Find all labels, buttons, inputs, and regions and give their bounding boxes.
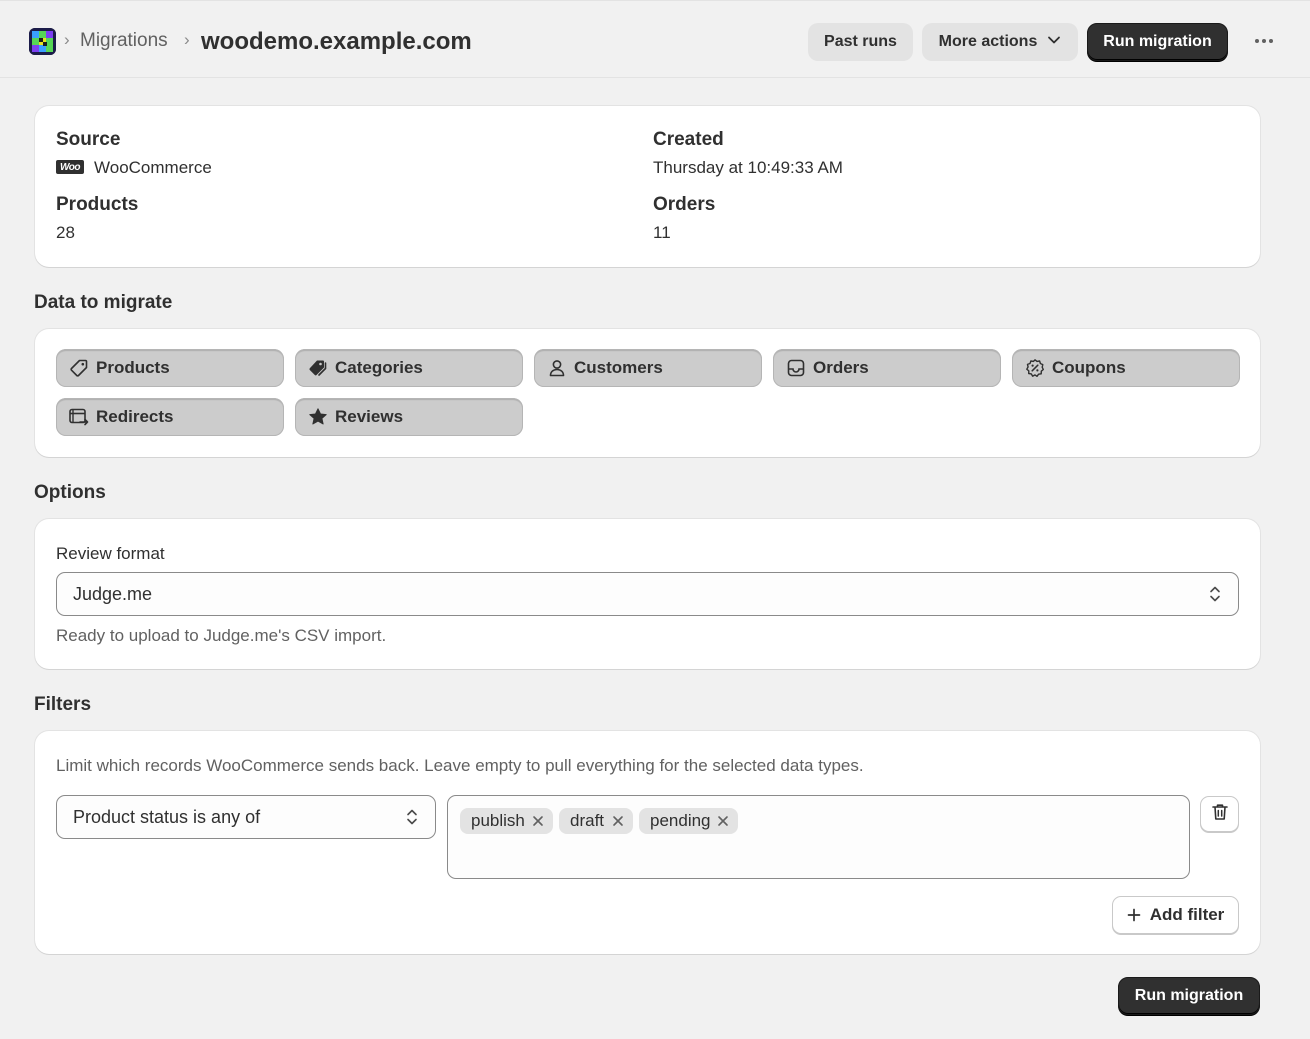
data-type-label: Coupons	[1052, 358, 1126, 377]
more-actions-button[interactable]: More actions	[922, 23, 1078, 61]
data-type-orders-toggle[interactable]: Orders	[773, 349, 1001, 387]
data-type-reviews-toggle[interactable]: Reviews	[295, 398, 523, 436]
select-updown-icon	[405, 807, 419, 832]
filter-tag-label: publish	[471, 811, 525, 830]
trash-icon	[1210, 802, 1230, 827]
orders-count-label: Orders	[653, 194, 716, 215]
data-type-coupons-toggle[interactable]: Coupons	[1012, 349, 1240, 387]
past-runs-button[interactable]: Past runs	[808, 23, 913, 61]
run-migration-button-footer[interactable]: Run migration	[1118, 977, 1260, 1015]
plus-icon	[1127, 908, 1141, 922]
data-to-migrate-heading: Data to migrate	[34, 292, 173, 313]
orders-count-value: 11	[653, 223, 671, 242]
data-type-customers-toggle[interactable]: Customers	[534, 349, 762, 387]
data-type-products-toggle[interactable]: Products	[56, 349, 284, 387]
review-format-select[interactable]: Judge.me	[56, 572, 1239, 616]
discount-icon	[1024, 357, 1046, 379]
summary-card	[35, 106, 1260, 267]
woocommerce-logo-icon: Woo	[56, 160, 84, 174]
filter-field-select[interactable]: Product status is any of	[56, 795, 436, 839]
filter-tag-publish: publish	[460, 808, 553, 834]
breadcrumb-chevron-icon: ›	[64, 30, 70, 49]
star-icon	[307, 406, 329, 428]
tag-icon	[68, 357, 90, 379]
created-value: Thursday at 10:49:33 AM	[653, 158, 843, 177]
chevron-down-icon	[1047, 33, 1061, 52]
filter-tag-pending: pending	[639, 808, 738, 834]
page-title: woodemo.example.com	[201, 28, 472, 55]
review-format-value: Judge.me	[73, 583, 153, 604]
filter-field-value: Product status is any of	[73, 806, 261, 827]
run-migration-label: Run migration	[1134, 987, 1244, 1004]
breadcrumb-migrations-link[interactable]: Migrations	[80, 30, 168, 52]
data-type-label: Reviews	[335, 407, 404, 426]
top-bar: › Migrations › woodemo.example.com Past …	[0, 0, 1310, 78]
data-type-label: Orders	[813, 358, 869, 377]
data-type-label: Redirects	[96, 407, 174, 426]
review-format-label: Review format	[56, 544, 165, 563]
products-count-value: 28	[56, 223, 75, 242]
filter-values-input[interactable]: publish draft pending	[447, 795, 1190, 879]
woocommerce-badge-text: Woo	[60, 161, 80, 173]
add-filter-button[interactable]: Add filter	[1112, 896, 1239, 934]
redirect-icon	[68, 406, 90, 428]
source-label: Source	[56, 129, 121, 150]
source-value: WooCommerce	[94, 158, 212, 177]
tags-icon	[307, 357, 329, 379]
add-filter-label: Add filter	[1149, 905, 1225, 924]
remove-tag-icon[interactable]	[716, 813, 730, 827]
more-actions-label: More actions	[938, 33, 1038, 50]
data-type-label: Categories	[335, 358, 423, 377]
filter-tag-label: draft	[570, 811, 605, 830]
run-migration-button-header[interactable]: Run migration	[1087, 23, 1228, 61]
data-type-categories-toggle[interactable]: Categories	[295, 349, 523, 387]
products-count-label: Products	[56, 194, 139, 215]
review-format-help-text: Ready to upload to Judge.me's CSV import…	[56, 626, 387, 645]
data-type-label: Customers	[574, 358, 663, 377]
delete-filter-button[interactable]	[1200, 796, 1239, 832]
filters-heading: Filters	[34, 694, 92, 715]
inbox-icon	[785, 357, 807, 379]
remove-tag-icon[interactable]	[611, 813, 625, 827]
filters-description: Limit which records WooCommerce sends ba…	[56, 756, 864, 775]
run-migration-label: Run migration	[1103, 33, 1212, 50]
options-heading: Options	[34, 482, 106, 503]
remove-tag-icon[interactable]	[531, 813, 545, 827]
filter-tag-label: pending	[650, 811, 711, 830]
app-logo-icon[interactable]	[29, 28, 56, 55]
data-type-label: Products	[96, 358, 170, 377]
data-type-redirects-toggle[interactable]: Redirects	[56, 398, 284, 436]
person-icon	[546, 357, 568, 379]
created-label: Created	[653, 129, 724, 150]
breadcrumb-chevron-icon: ›	[184, 30, 190, 49]
past-runs-label: Past runs	[824, 33, 897, 50]
more-options-icon[interactable]	[1250, 27, 1278, 55]
select-updown-icon	[1208, 584, 1222, 609]
filter-tag-draft: draft	[559, 808, 633, 834]
